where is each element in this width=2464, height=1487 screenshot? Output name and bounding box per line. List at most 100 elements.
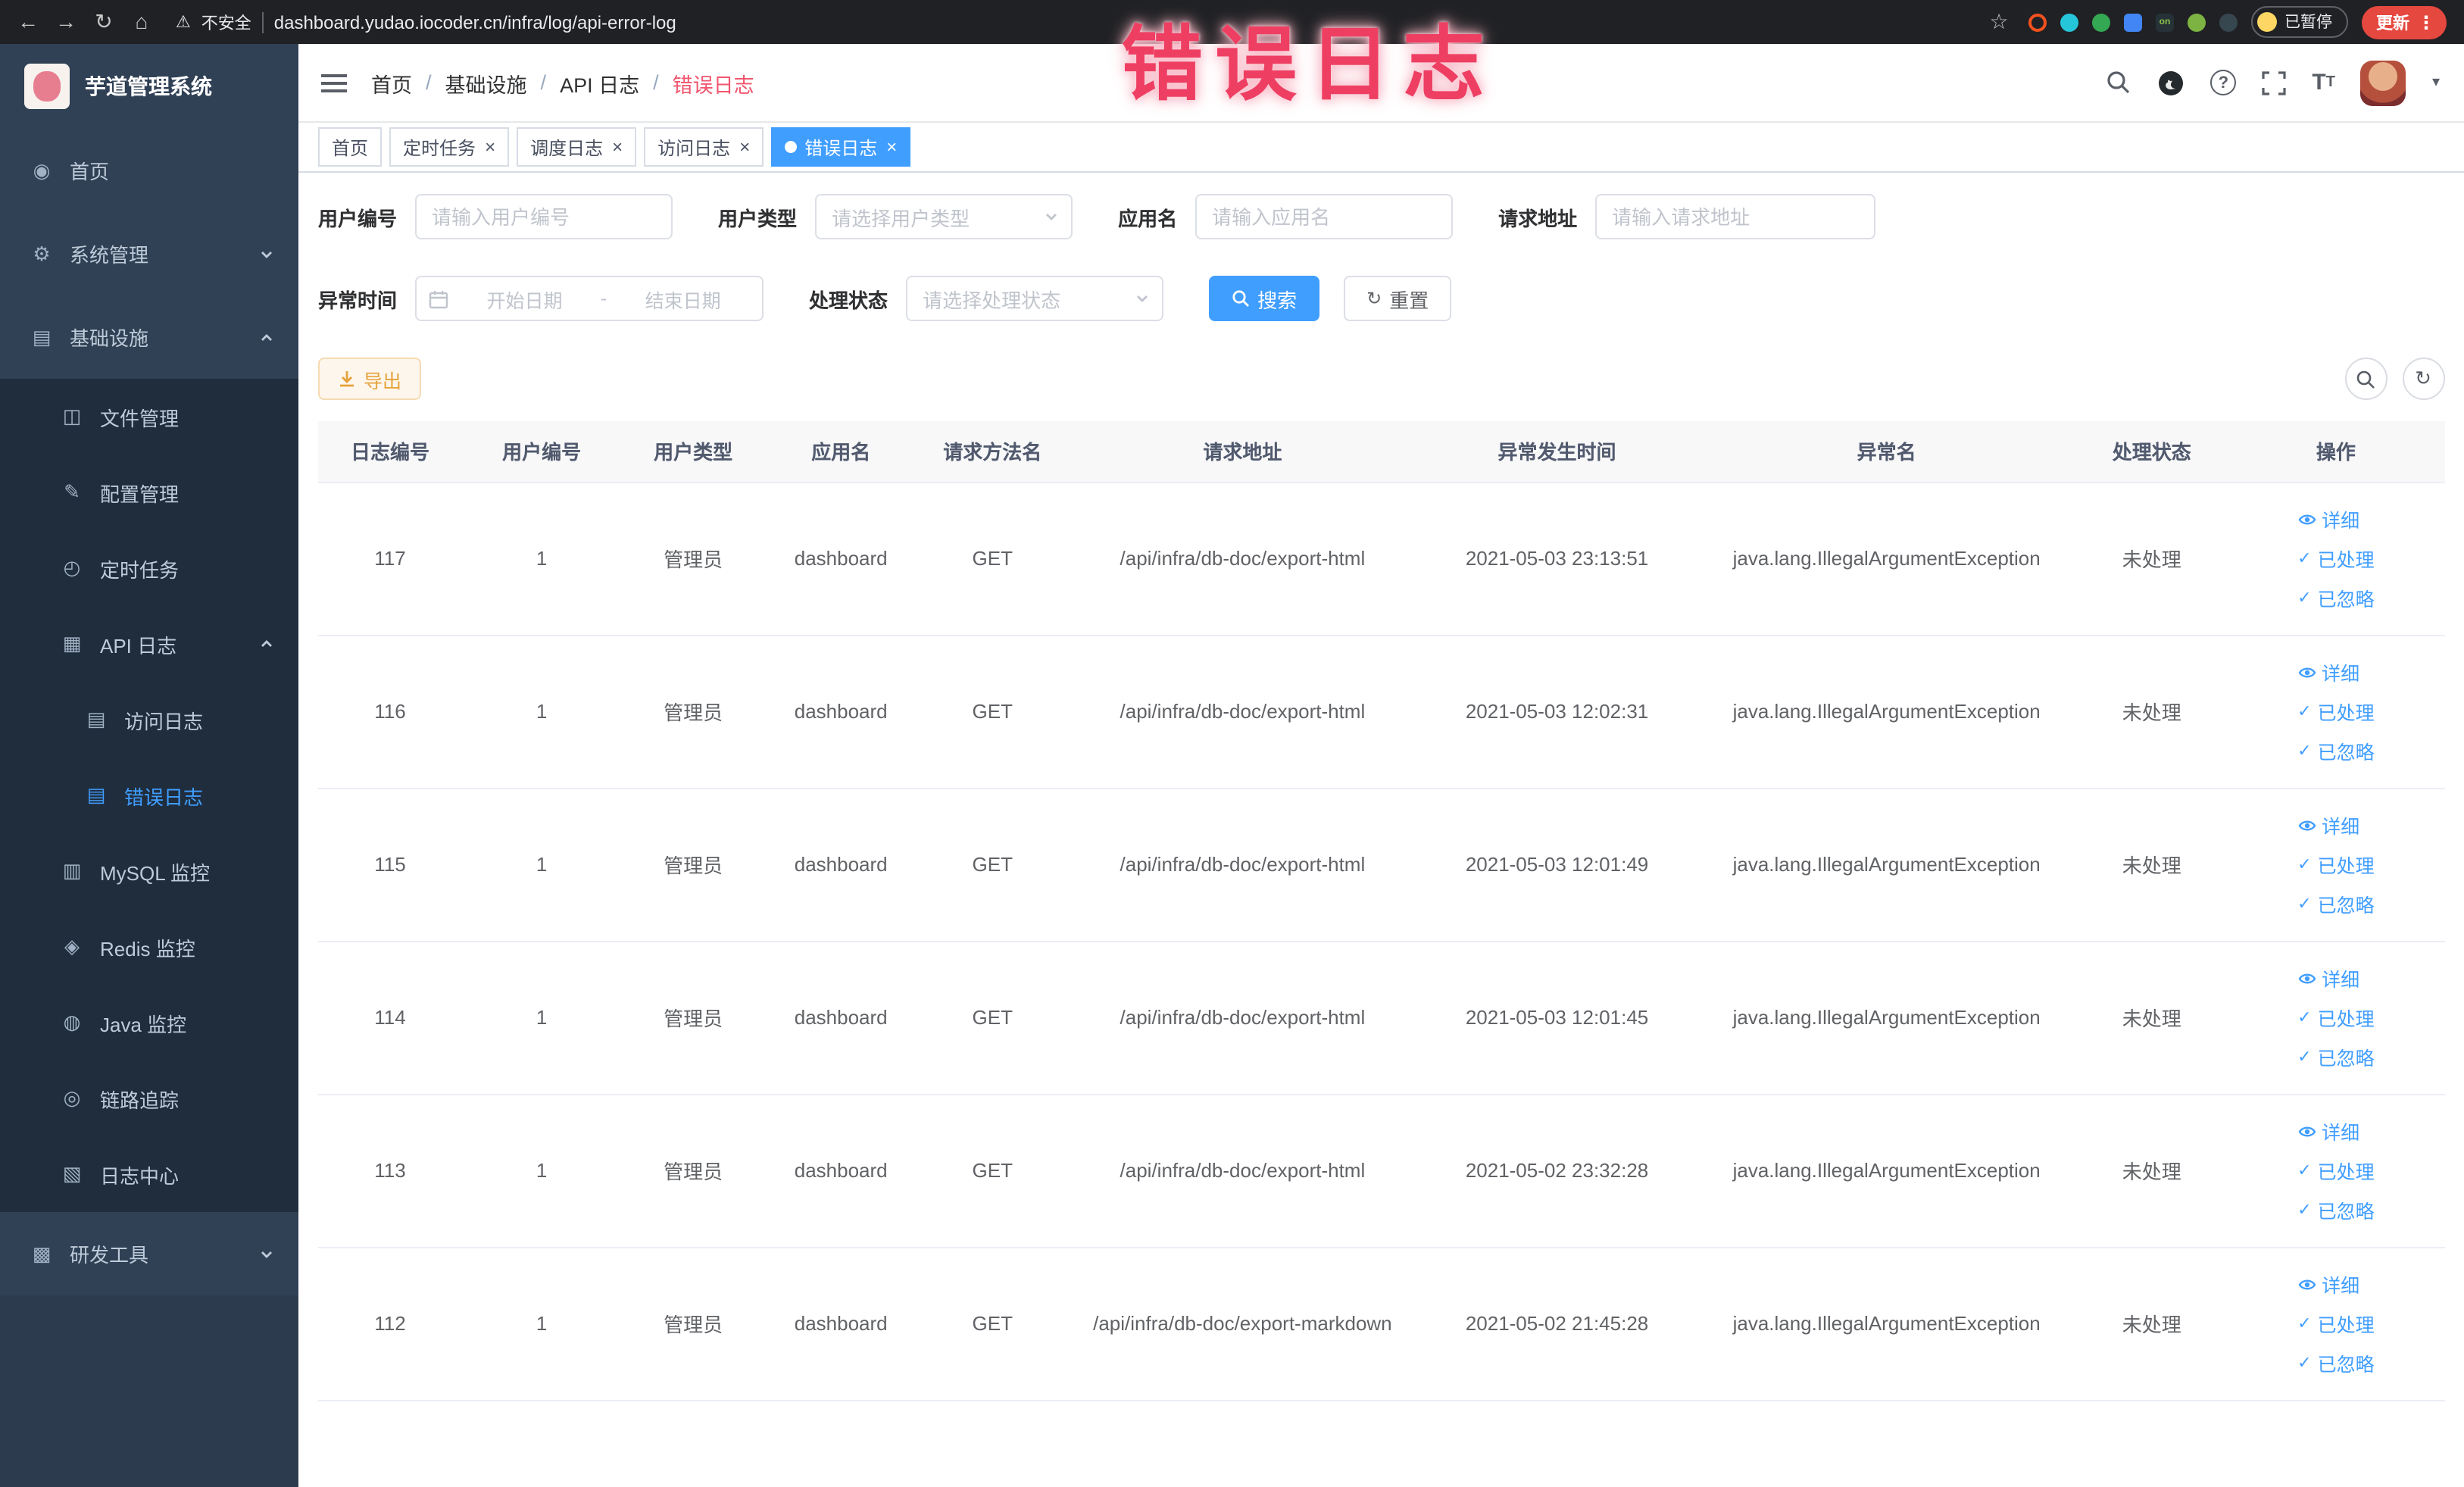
mark-ignored-link[interactable]: ✓ 已忽略 (2297, 736, 2374, 765)
sidebar-item-mysql-monitor[interactable]: ▥ MySQL 监控 (0, 833, 298, 909)
mark-processed-link[interactable]: ✓ 已处理 (2297, 544, 2374, 573)
app-name-input[interactable] (1195, 194, 1454, 239)
tab-scheduled-tasks[interactable]: 定时任务 × (389, 127, 510, 167)
paused-badge[interactable]: 已暂停 (2251, 6, 2347, 38)
detail-link[interactable]: 详细 (2297, 811, 2359, 839)
sidebar-item-access-log[interactable]: ▤ 访问日志 (0, 682, 298, 758)
sidebar-item-config-management[interactable]: ✎ 配置管理 (0, 455, 298, 530)
sidebar-logo-row[interactable]: 芋道管理系统 (0, 44, 298, 129)
sidebar-item-redis-monitor[interactable]: ◈ Redis 监控 (0, 909, 298, 985)
detail-link[interactable]: 详细 (2297, 658, 2359, 686)
mark-processed-link[interactable]: ✓ 已处理 (2297, 1309, 2374, 1338)
extension-icon-6[interactable] (2188, 13, 2206, 31)
mark-ignored-link[interactable]: ✓ 已忽略 (2297, 889, 2374, 918)
sidebar-item-error-log[interactable]: ▤ 错误日志 (0, 758, 298, 833)
end-date-placeholder[interactable]: 结束日期 (616, 284, 750, 313)
trace-eye-icon: ◎ (63, 1086, 81, 1109)
mark-processed-link[interactable]: ✓ 已处理 (2297, 697, 2374, 726)
breadcrumb-current: 错误日志 (672, 73, 754, 96)
detail-link[interactable]: 详细 (2297, 964, 2359, 992)
sidebar-item-log-center[interactable]: ▧ 日志中心 (0, 1136, 298, 1212)
forward-icon[interactable]: → (50, 0, 82, 44)
address-bar[interactable]: ⚠ 不安全 dashboard.yudao.iocoder.cn/infra/l… (164, 10, 1971, 34)
update-button[interactable]: 更新 ⋮ (2361, 5, 2446, 39)
user-menu-caret-icon[interactable]: ▾ (2432, 74, 2440, 91)
extension-icon-7[interactable] (2219, 13, 2238, 31)
sidebar-toggle-icon[interactable] (321, 73, 347, 92)
detail-link[interactable]: 详细 (2297, 1270, 2359, 1298)
breadcrumb-home[interactable]: 首页 (371, 67, 412, 98)
toggle-search-button[interactable] (2344, 358, 2387, 400)
bookmark-star-icon[interactable]: ☆ (1983, 0, 2015, 44)
mark-ignored-link[interactable]: ✓ 已忽略 (2297, 1195, 2374, 1224)
start-date-placeholder[interactable]: 开始日期 (458, 284, 592, 313)
col-exception-time: 异常发生时间 (1416, 421, 1697, 483)
detail-link[interactable]: 详细 (2297, 505, 2359, 533)
chevron-down-icon (1046, 214, 1057, 220)
refresh-table-button[interactable]: ↻ (2402, 358, 2444, 400)
sidebar-item-scheduled-tasks[interactable]: ◴ 定时任务 (0, 530, 298, 606)
browser-menu-icon[interactable]: ⋮ (2417, 11, 2435, 33)
refresh-icon: ↻ (1366, 288, 1382, 309)
date-range-picker[interactable]: 开始日期 - 结束日期 (415, 276, 764, 321)
sidebar-item-file-management[interactable]: ◫ 文件管理 (0, 379, 298, 455)
sidebar-item-api-logs[interactable]: ▦ API 日志 (0, 606, 298, 682)
mark-ignored-link[interactable]: ✓ 已忽略 (2297, 1042, 2374, 1071)
eye-icon (2297, 514, 2316, 524)
export-button[interactable]: 导出 (318, 358, 422, 400)
help-icon[interactable]: ? (2210, 70, 2237, 95)
check-icon: ✓ (2297, 550, 2312, 568)
close-icon[interactable]: × (739, 136, 750, 158)
tab-access-log[interactable]: 访问日志 × (644, 127, 764, 167)
filter-user-type: 用户类型 请选择用户类型 (718, 194, 1073, 239)
tab-schedule-log[interactable]: 调度日志 × (517, 127, 637, 167)
mark-ignored-link[interactable]: ✓ 已忽略 (2297, 583, 2374, 612)
request-url-input[interactable] (1595, 194, 1876, 239)
mark-processed-link[interactable]: ✓ 已处理 (2297, 1156, 2374, 1185)
security-warning-icon: ⚠ (176, 14, 191, 32)
fullscreen-icon[interactable] (2262, 70, 2286, 95)
close-icon[interactable]: × (612, 136, 623, 158)
breadcrumb-infrastructure[interactable]: 基础设施 (445, 67, 527, 98)
header-search-icon[interactable] (2106, 70, 2131, 95)
mark-processed-link[interactable]: ✓ 已处理 (2297, 850, 2374, 879)
redis-icon: ◈ (64, 935, 80, 957)
font-size-icon[interactable]: TT (2312, 70, 2335, 95)
extension-icon-3[interactable] (2092, 13, 2110, 31)
process-status-select[interactable]: 请选择处理状态 (906, 276, 1164, 321)
sidebar-item-trace[interactable]: ◎ 链路追踪 (0, 1061, 298, 1136)
table-row: 113 1 管理员 dashboard GET /api/infra/db-do… (318, 1094, 2444, 1248)
url-text[interactable]: dashboard.yudao.iocoder.cn/infra/log/api… (274, 11, 676, 33)
update-button-label: 更新 (2376, 14, 2409, 33)
extension-icon-2[interactable] (2060, 13, 2078, 31)
reset-button[interactable]: ↻ 重置 (1344, 276, 1452, 321)
user-type-select[interactable]: 请选择用户类型 (815, 194, 1073, 239)
mark-processed-link[interactable]: ✓ 已处理 (2297, 1003, 2374, 1032)
java-icon: ◍ (63, 1011, 81, 1033)
extension-icon-5[interactable]: on (2156, 13, 2174, 31)
avatar[interactable] (2360, 60, 2406, 105)
sidebar-item-system[interactable]: ⚙ 系统管理 (0, 212, 298, 295)
eye-icon (2297, 667, 2316, 677)
sidebar-item-java-monitor[interactable]: ◍ Java 监控 (0, 985, 298, 1061)
github-icon[interactable] (2157, 69, 2184, 96)
detail-link[interactable]: 详细 (2297, 1117, 2359, 1145)
table-toolbar: 导出 ↻ (318, 358, 2444, 400)
sidebar-item-devtools[interactable]: ▩ 研发工具 (0, 1212, 298, 1295)
extension-icon-1[interactable] (2028, 13, 2047, 31)
tab-home[interactable]: 首页 (318, 127, 383, 167)
tab-error-log[interactable]: 错误日志 × (771, 127, 911, 167)
home-icon[interactable]: ⌂ (126, 0, 158, 44)
close-icon[interactable]: × (485, 136, 495, 158)
close-icon[interactable]: × (886, 136, 897, 158)
back-icon[interactable]: ← (12, 0, 44, 44)
reload-icon[interactable]: ↻ (88, 0, 120, 44)
sidebar-item-home[interactable]: ◉ 首页 (0, 129, 298, 212)
extension-icon-4[interactable] (2124, 13, 2142, 31)
search-button[interactable]: 搜索 (1209, 276, 1320, 321)
user-id-input[interactable] (415, 194, 673, 239)
sidebar-item-infrastructure[interactable]: ▤ 基础设施 (0, 295, 298, 379)
breadcrumb-api-logs[interactable]: API 日志 (560, 67, 639, 98)
infrastructure-icon: ▤ (32, 325, 52, 348)
mark-ignored-link[interactable]: ✓ 已忽略 (2297, 1348, 2374, 1377)
